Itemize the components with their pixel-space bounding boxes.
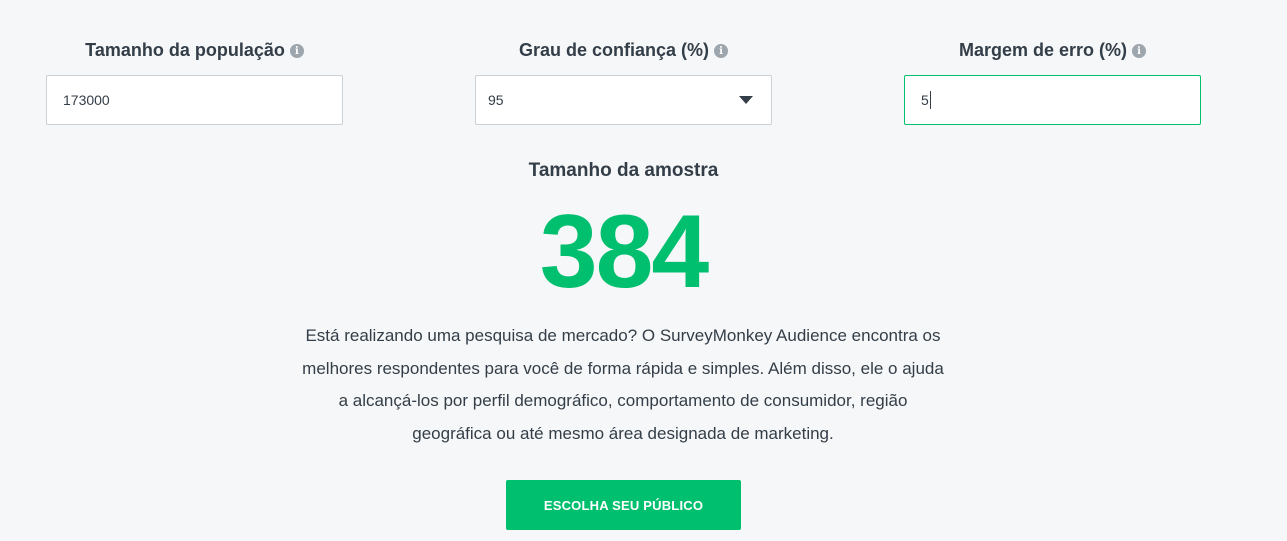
sample-size-value: 384	[539, 194, 710, 310]
margin-label-row: Margem de erro (%) i	[904, 38, 1201, 62]
population-input[interactable]	[46, 75, 343, 125]
confidence-select[interactable]: 95	[475, 75, 772, 125]
caret-down-icon[interactable]	[739, 96, 753, 104]
population-label-row: Tamanho da população i	[46, 38, 343, 62]
confidence-label-row: Grau de confiança (%) i	[475, 38, 772, 62]
info-icon[interactable]: i	[1132, 44, 1147, 58]
margin-input[interactable]: 5	[904, 75, 1201, 125]
text-cursor	[929, 91, 931, 109]
margin-label: Margem de erro (%)	[958, 39, 1128, 60]
margin-input-value: 5	[921, 92, 929, 108]
choose-audience-button[interactable]: ESCOLHA SEU PÚBLICO	[506, 480, 741, 530]
info-icon[interactable]: i	[714, 44, 729, 58]
population-label: Tamanho da população	[85, 39, 285, 60]
confidence-field: Grau de confiança (%) i 95	[475, 38, 772, 125]
margin-field: Margem de erro (%) i 5	[904, 38, 1201, 125]
population-field: Tamanho da população i	[46, 38, 343, 125]
confidence-selected-value: 95	[488, 92, 504, 108]
audience-description: Está realizando uma pesquisa de mercado?…	[302, 326, 944, 443]
info-icon[interactable]: i	[289, 44, 304, 58]
confidence-label: Grau de confiança (%)	[518, 39, 710, 60]
sample-size-label: Tamanho da amostra	[528, 160, 719, 181]
margin-input-value-wrap: 5	[921, 76, 1184, 124]
